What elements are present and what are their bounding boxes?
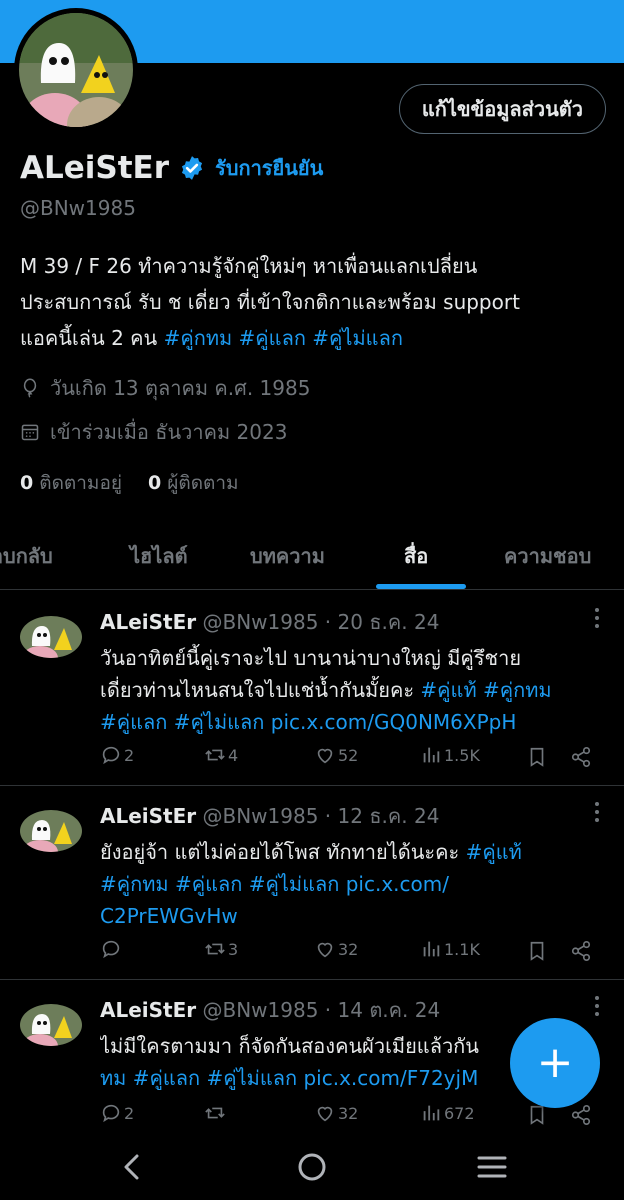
plus-icon: +	[536, 1037, 574, 1088]
like-button[interactable]: 32	[314, 938, 358, 960]
views-chart-icon	[423, 1105, 440, 1121]
back-chevron-icon	[124, 1154, 139, 1180]
post-actions: 3 32 1.1K	[100, 938, 600, 968]
back-nav-button[interactable]	[112, 1150, 152, 1184]
post-actions: 2 4 52 1.5K	[100, 744, 600, 774]
followers-link[interactable]: 0 ผู้ติดตาม	[148, 468, 239, 498]
joined-text: เข้าร่วมเมื่อ ธันวาคม 2023	[50, 420, 288, 444]
post-hashtags[interactable]: #คู่กทม #คู่แลก #คู่ไม่แลก pic.x.com/	[100, 872, 449, 896]
heart-icon	[317, 942, 333, 958]
tab-highlights[interactable]: ไฮไลต์	[130, 540, 188, 572]
reply-icon	[102, 1104, 120, 1123]
bio-line: แอคนี้เล่น 2 คน #คู่กทม #คู่แลก #คู่ไม่แ…	[20, 326, 403, 350]
post-hashtags[interactable]: ทม #คู่แลก #คู่ไม่แลก pic.x.com/F72yjM	[100, 1066, 478, 1090]
post-text: วันอาทิตย์นี้คู่เราจะไป บานาน่าบางใหญ่ ม…	[100, 646, 552, 734]
repost-button[interactable]: 4	[204, 744, 238, 766]
post-author-handle[interactable]: @BNw1985	[203, 804, 319, 828]
post-author-name[interactable]: ALeiStEr	[100, 610, 196, 634]
like-button[interactable]: 52	[314, 744, 358, 766]
heart-icon	[317, 1106, 333, 1122]
bookmark-icon[interactable]	[526, 746, 548, 768]
reply-button[interactable]	[100, 938, 124, 960]
post-hashtags[interactable]: #คู่แท้	[466, 840, 522, 864]
share-icon[interactable]	[570, 746, 592, 768]
post-date[interactable]: · 20 ธ.ค. 24	[318, 610, 440, 634]
tab-likes[interactable]: ความชอบ	[504, 540, 591, 572]
profile-bio: M 39 / F 26 ทำความรู้จักคู่ใหม่ๆ หาเพื่อ…	[20, 248, 610, 356]
profile-name: ALeiStEr	[20, 150, 170, 186]
share-icon[interactable]	[570, 940, 592, 962]
bookmark-icon[interactable]	[526, 1104, 548, 1126]
home-nav-button[interactable]	[292, 1150, 332, 1184]
post-avatar[interactable]	[20, 616, 82, 658]
heart-icon	[317, 748, 333, 764]
bio-line: M 39 / F 26 ทำความรู้จักคู่ใหม่ๆ หาเพื่อ…	[20, 254, 478, 278]
views-button[interactable]: 672	[420, 1102, 475, 1124]
share-icon[interactable]	[570, 1104, 592, 1126]
repost-button[interactable]	[204, 1102, 228, 1124]
menu-lines-icon	[477, 1156, 507, 1178]
post-link[interactable]: #คู่แลก #คู่ไม่แลก pic.x.com/GQ0NM6XPpH	[100, 710, 516, 734]
reply-icon	[102, 940, 120, 959]
tab-articles[interactable]: บทความ	[250, 540, 325, 572]
tab-media[interactable]: สื่อ	[404, 540, 428, 572]
bookmark-icon[interactable]	[526, 940, 548, 962]
post-text: ยังอยู่จ้า แต่ไม่ค่อยได้โพส ทักทายได้นะค…	[100, 840, 522, 928]
post-avatar[interactable]	[20, 1004, 82, 1046]
post-date[interactable]: · 14 ต.ค. 24	[318, 998, 440, 1022]
reply-button[interactable]: 2	[100, 744, 134, 766]
more-options-icon[interactable]	[594, 606, 600, 630]
post-item[interactable]: ALeiStEr @BNw1985 · 20 ธ.ค. 24 วันอาทิตย…	[0, 592, 624, 786]
post-author-name[interactable]: ALeiStEr	[100, 998, 196, 1022]
verified-badge-icon[interactable]	[179, 155, 205, 181]
bio-hashtags[interactable]: #คู่กทม #คู่แลก #คู่ไม่แลก	[164, 326, 403, 350]
profile-avatar[interactable]	[14, 8, 138, 132]
profile-tabs: ตอบกลับ ไฮไลต์ บทความ สื่อ ความชอบ	[0, 522, 624, 590]
recents-nav-button[interactable]	[472, 1150, 512, 1184]
birthday-text: วันเกิด 13 ตุลาคม ค.ศ. 1985	[50, 376, 311, 400]
like-button[interactable]: 32	[314, 1102, 358, 1124]
reply-button[interactable]: 2	[100, 1102, 134, 1124]
repost-icon	[205, 749, 225, 761]
more-options-icon[interactable]	[594, 994, 600, 1018]
post-avatar[interactable]	[20, 810, 82, 852]
bio-line: ประสบการณ์ รับ ช เดี่ยว ที่เข้าใจกติกาแล…	[20, 290, 520, 314]
edit-profile-button[interactable]: แก้ไขข้อมูลส่วนตัว	[398, 84, 606, 134]
calendar-icon	[21, 424, 39, 441]
post-link[interactable]: C2PrEWGvHw	[100, 904, 238, 928]
system-nav-bar	[0, 1134, 624, 1200]
birthday-row: วันเกิด 13 ตุลาคม ค.ศ. 1985	[20, 372, 310, 404]
post-hashtags[interactable]: #คู่แท้ #คู่กทม	[420, 678, 551, 702]
more-options-icon[interactable]	[594, 800, 600, 824]
home-circle-icon	[298, 1153, 326, 1181]
views-chart-icon	[423, 941, 440, 957]
repost-icon	[205, 1107, 225, 1119]
compose-post-button[interactable]: +	[510, 1018, 600, 1108]
tab-replies[interactable]: ตอบกลับ	[0, 540, 53, 572]
post-item[interactable]: ALeiStEr @BNw1985 · 12 ธ.ค. 24 ยังอยู่จ้…	[0, 786, 624, 980]
post-date[interactable]: · 12 ธ.ค. 24	[318, 804, 440, 828]
views-button[interactable]: 1.5K	[420, 744, 480, 766]
avatar-photo	[19, 13, 133, 127]
views-button[interactable]: 1.1K	[420, 938, 480, 960]
post-actions: 2 32 672	[100, 1102, 600, 1132]
post-author-handle[interactable]: @BNw1985	[203, 998, 319, 1022]
repost-button[interactable]: 3	[204, 938, 238, 960]
active-tab-indicator	[376, 584, 466, 589]
following-link[interactable]: 0 ติดตามอยู่	[20, 468, 122, 498]
balloon-icon	[23, 378, 37, 398]
profile-handle: @BNw1985	[20, 196, 136, 220]
get-verified-link[interactable]: รับการยืนยัน	[215, 152, 323, 184]
joined-row: เข้าร่วมเมื่อ ธันวาคม 2023	[20, 416, 287, 448]
post-author-name[interactable]: ALeiStEr	[100, 804, 196, 828]
repost-icon	[205, 943, 225, 955]
views-chart-icon	[423, 747, 440, 763]
post-author-handle[interactable]: @BNw1985	[203, 610, 319, 634]
reply-icon	[102, 746, 120, 765]
